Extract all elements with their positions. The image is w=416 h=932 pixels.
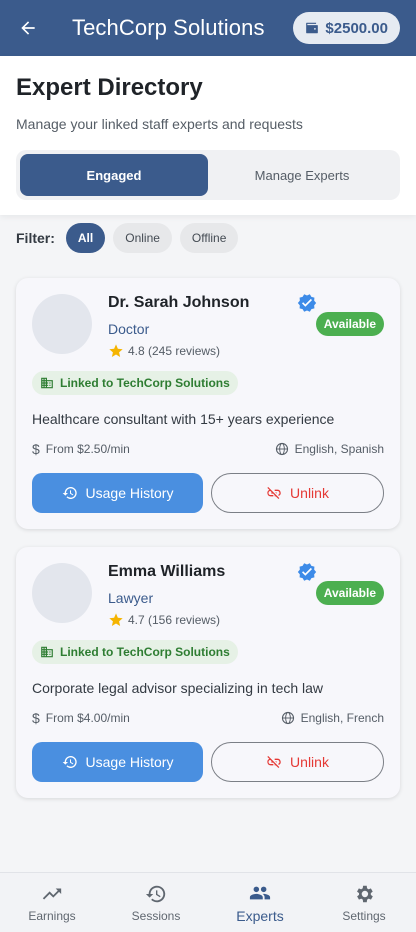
rating-text: 4.8 (245 reviews): [128, 344, 221, 358]
star-icon: [109, 613, 123, 626]
expert-description: Healthcare consultant with 15+ years exp…: [32, 411, 335, 427]
view-toggle: Engaged Manage Experts: [16, 150, 400, 200]
linked-badge: Linked to TechCorp Solutions: [32, 640, 238, 664]
nav-label: Earnings: [28, 908, 76, 923]
history-icon: [62, 756, 77, 768]
filter-chip-online[interactable]: Online: [113, 223, 172, 253]
app-title: TechCorp Solutions: [72, 15, 265, 40]
status-badge: Available: [315, 581, 384, 605]
expert-rating: 4.7 (156 reviews): [108, 612, 384, 628]
nav-label: Experts: [236, 907, 284, 924]
filter-row: Filter: All Online Offline: [0, 222, 416, 254]
filter-label: Filter:: [16, 230, 55, 246]
linked-badge: Linked to TechCorp Solutions: [32, 371, 238, 395]
language-info: English, French: [281, 710, 384, 726]
trending-up-icon: [42, 888, 62, 899]
wallet-icon: [306, 22, 319, 34]
usage-history-label: Usage History: [85, 754, 174, 770]
people-icon: [249, 886, 271, 899]
expert-description: Corporate legal advisor specializing in …: [32, 680, 324, 696]
rate-text: From $4.00/min: [45, 711, 130, 725]
link-off-icon: [267, 487, 281, 499]
expert-name: Dr. Sarah Johnson: [108, 294, 250, 311]
gear-icon: [357, 885, 373, 902]
unlink-label: Unlink: [290, 485, 329, 501]
unlink-button[interactable]: Unlink: [211, 742, 384, 782]
tab-engaged[interactable]: Engaged: [20, 154, 208, 196]
history-icon: [62, 486, 77, 499]
app-bar: TechCorp Solutions $2500.00: [0, 0, 416, 56]
unlink-label: Unlink: [290, 754, 329, 770]
verified-icon: [297, 294, 317, 312]
filter-chip-offline[interactable]: Offline: [179, 223, 239, 253]
language-text: English, French: [300, 711, 384, 725]
bottom-navigation: Earnings Sessions Experts Settings: [0, 872, 416, 932]
expert-name: Emma Williams: [108, 563, 226, 580]
avatar: [32, 294, 92, 354]
building-icon: [41, 377, 53, 389]
back-arrow-icon[interactable]: [14, 14, 42, 42]
star-icon: [109, 344, 123, 357]
wallet-amount: $2500.00: [325, 19, 388, 37]
nav-item-experts[interactable]: Experts: [208, 873, 312, 932]
nav-item-settings[interactable]: Settings: [312, 873, 416, 932]
nav-label: Sessions: [131, 908, 181, 923]
dollar-icon: $: [32, 710, 40, 726]
globe-icon: [275, 442, 288, 456]
nav-item-sessions[interactable]: Sessions: [104, 873, 208, 932]
expert-card[interactable]: Dr. Sarah Johnson Doctor 4.8 (245 review…: [16, 278, 400, 529]
rate-text: From $2.50/min: [45, 442, 130, 456]
link-off-icon: [267, 756, 281, 768]
building-icon: [41, 646, 53, 658]
nav-item-earnings[interactable]: Earnings: [0, 873, 104, 932]
language-text: English, Spanish: [294, 442, 384, 456]
unlink-button[interactable]: Unlink: [211, 473, 384, 513]
history-icon: [145, 885, 166, 902]
usage-history-label: Usage History: [85, 485, 174, 501]
tab-manage-experts[interactable]: Manage Experts: [208, 154, 396, 196]
rating-text: 4.7 (156 reviews): [128, 613, 221, 627]
directory-header: Expert Directory Manage your linked staf…: [0, 56, 416, 215]
rate-info: $ From $2.50/min: [32, 441, 130, 457]
usage-history-button[interactable]: Usage History: [32, 473, 203, 513]
usage-history-button[interactable]: Usage History: [32, 742, 203, 782]
avatar: [32, 563, 92, 623]
globe-icon: [281, 711, 294, 725]
page-subtitle: Manage your linked staff experts and req…: [16, 116, 303, 132]
expert-card[interactable]: Emma Williams Lawyer 4.7 (156 reviews) A…: [16, 547, 400, 798]
rate-info: $ From $4.00/min: [32, 710, 130, 726]
nav-label: Settings: [342, 908, 386, 923]
status-badge: Available: [315, 312, 384, 336]
linked-text: Linked to TechCorp Solutions: [60, 645, 230, 659]
language-info: English, Spanish: [275, 441, 384, 457]
wallet-balance-badge[interactable]: $2500.00: [293, 12, 400, 44]
expert-rating: 4.8 (245 reviews): [108, 343, 384, 359]
linked-text: Linked to TechCorp Solutions: [60, 376, 230, 390]
verified-icon: [297, 563, 317, 581]
dollar-icon: $: [32, 441, 40, 457]
filter-chip-all[interactable]: All: [65, 223, 106, 253]
page-title: Expert Directory: [16, 74, 203, 101]
